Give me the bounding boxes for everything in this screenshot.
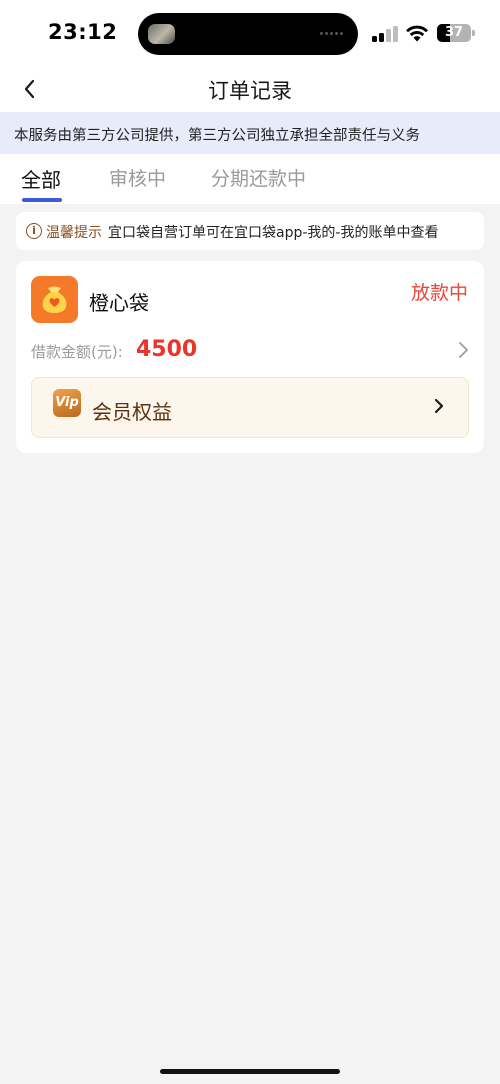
status-bar: 23:12 37 bbox=[0, 0, 500, 66]
money-bag-logo-icon bbox=[31, 276, 78, 323]
now-playing-thumbnail bbox=[148, 24, 175, 44]
island-indicator-dots bbox=[320, 31, 346, 37]
home-indicator[interactable] bbox=[160, 1069, 340, 1074]
tip-text: 宜口袋自营订单可在宜口袋app-我的-我的账单中查看 bbox=[108, 225, 439, 241]
disclaimer-text: 本服务由第三方公司提供，第三方公司独立承担全部责任与义务 bbox=[14, 128, 420, 144]
cellular-signal-icon bbox=[372, 26, 398, 42]
tab-all[interactable]: 全部 bbox=[21, 164, 61, 193]
dynamic-island bbox=[138, 13, 358, 55]
loan-amount-label: 借款金额(元): bbox=[31, 343, 123, 361]
status-time: 23:12 bbox=[48, 20, 118, 44]
app-name: 橙心袋 bbox=[89, 291, 149, 315]
battery-tip bbox=[472, 30, 475, 36]
page-title: 订单记录 bbox=[208, 79, 292, 103]
active-tab-indicator bbox=[22, 198, 62, 202]
wifi-icon bbox=[406, 25, 428, 42]
order-status-badge: 放款中 bbox=[410, 282, 468, 304]
disclaimer-banner: 本服务由第三方公司提供，第三方公司独立承担全部责任与义务 bbox=[0, 112, 500, 154]
battery-icon: 37 bbox=[437, 24, 471, 42]
chevron-right-icon bbox=[434, 398, 444, 414]
vip-badge-icon: Vip bbox=[53, 389, 81, 417]
navigation-bar: 订单记录 bbox=[0, 66, 500, 112]
chevron-right-icon[interactable] bbox=[456, 341, 470, 359]
membership-benefits-label: 会员权益 bbox=[92, 400, 172, 424]
order-card[interactable]: 橙心袋 放款中 借款金额(元): 4500 Vip 会员权益 bbox=[16, 261, 484, 453]
membership-benefits-button[interactable]: Vip 会员权益 bbox=[31, 377, 469, 438]
tab-installment-repaying[interactable]: 分期还款中 bbox=[211, 164, 306, 191]
loan-amount-value: 4500 bbox=[136, 337, 198, 362]
battery-level: 37 bbox=[444, 25, 464, 40]
tip-label: 温馨提示 bbox=[46, 225, 102, 241]
tab-under-review[interactable]: 审核中 bbox=[109, 164, 166, 191]
tip-card: i 温馨提示 宜口袋自营订单可在宜口袋app-我的-我的账单中查看 bbox=[16, 212, 484, 250]
info-circle-icon: i bbox=[26, 223, 42, 239]
order-tabs: 全部 审核中 分期还款中 bbox=[0, 154, 500, 204]
